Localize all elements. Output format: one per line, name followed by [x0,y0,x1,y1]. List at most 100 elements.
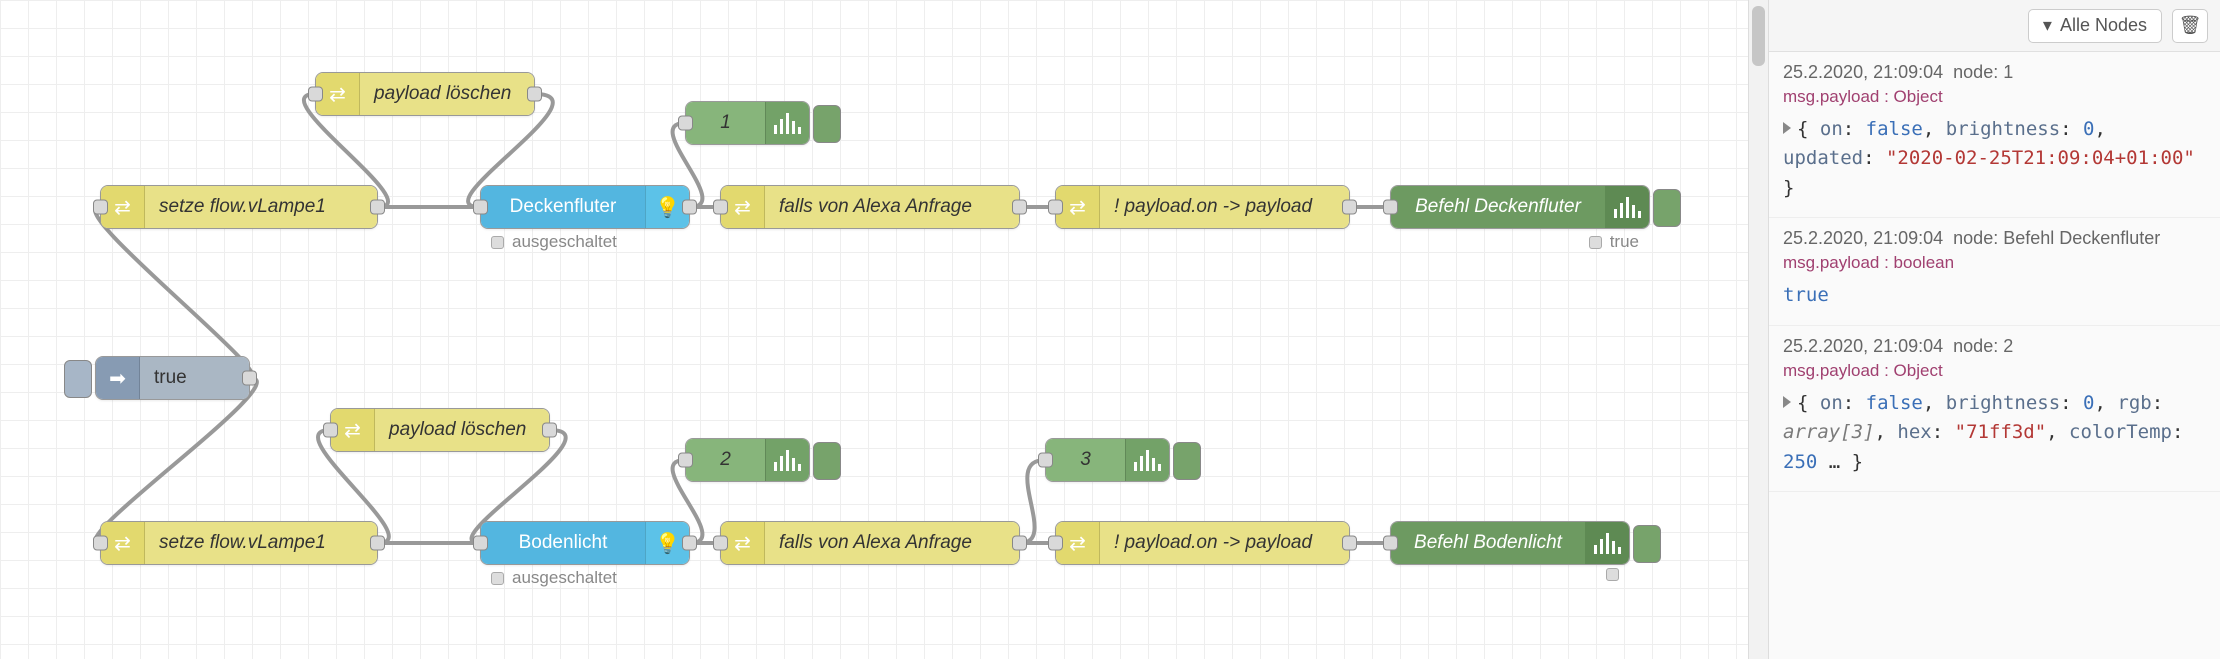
port-in[interactable] [1038,453,1053,468]
port-out[interactable] [1012,200,1027,215]
debug-message-type: msg.payload : Object [1783,361,2206,381]
port-in[interactable] [473,200,488,215]
app-root: ➡ true ⇄ setze flow.vLampe1 ⇄ payload lö… [0,0,2220,659]
debug-message-body: { on: false, brightness: 0, updated: "20… [1783,115,2206,203]
debug-message-type: msg.payload : Object [1783,87,2206,107]
debug-toggle-button[interactable] [1653,189,1681,227]
node-alexa-check-bottom[interactable]: ⇄ falls von Alexa Anfrage [720,521,1020,565]
scrollbar-thumb[interactable] [1752,6,1765,66]
status-dot-icon [491,236,504,249]
port-in[interactable] [308,87,323,102]
node-status [1606,568,1619,581]
debug-message-header: 25.2.2020, 21:09:04node: 1 [1783,62,2206,83]
inject-button[interactable] [64,360,92,398]
port-in[interactable] [1048,200,1063,215]
port-in[interactable] [93,200,108,215]
node-label: ! payload.on -> payload [1100,522,1349,564]
node-label: Befehl Deckenfluter [1391,186,1605,228]
flow-canvas[interactable]: ➡ true ⇄ setze flow.vLampe1 ⇄ payload lö… [0,0,1768,659]
port-in[interactable] [678,453,693,468]
port-in[interactable] [1383,200,1398,215]
node-set-lampe-1-bottom[interactable]: ⇄ setze flow.vLampe1 [100,521,378,565]
node-label: 1 [686,102,765,144]
expand-caret-icon[interactable] [1783,396,1791,408]
filter-label: Alle Nodes [2060,15,2147,36]
node-debug-1[interactable]: 1 [685,101,810,145]
node-bodenlicht[interactable]: Bodenlicht 💡 ausgeschaltet [480,521,690,565]
port-in[interactable] [1383,536,1398,551]
port-out[interactable] [370,200,385,215]
port-in[interactable] [678,116,693,131]
node-label: 2 [686,439,765,481]
debug-message-header: 25.2.2020, 21:09:04node: 2 [1783,336,2206,357]
port-in[interactable] [1048,536,1063,551]
port-out[interactable] [542,423,557,438]
port-out[interactable] [1012,536,1027,551]
clear-debug-button[interactable]: 🗑 [2172,9,2208,43]
debug-message[interactable]: 25.2.2020, 21:09:04node: Befehl Deckenfl… [1769,218,2220,325]
debug-sidebar: ▾ Alle Nodes 🗑 25.2.2020, 21:09:04node: … [1769,0,2220,659]
debug-toggle-button[interactable] [813,442,841,480]
node-label: 3 [1046,439,1125,481]
node-payload-delete-top[interactable]: ⇄ payload löschen [315,72,535,116]
debug-message-body: { on: false, brightness: 0, rgb: array[3… [1783,389,2206,477]
node-label: Befehl Bodenlicht [1391,522,1585,564]
node-befehl-bodenlicht[interactable]: Befehl Bodenlicht [1390,521,1630,565]
port-in[interactable] [713,200,728,215]
bars-icon [765,439,809,481]
port-out[interactable] [370,536,385,551]
port-out[interactable] [1342,536,1357,551]
node-status: ausgeschaltet [491,568,617,588]
port-in[interactable] [323,423,338,438]
arrow-right-icon: ➡ [96,357,140,399]
debug-toggle-button[interactable] [1633,525,1661,563]
node-debug-3[interactable]: 3 [1045,438,1170,482]
node-deckenfluter[interactable]: Deckenfluter 💡 ausgeschaltet [480,185,690,229]
filter-nodes-button[interactable]: ▾ Alle Nodes [2028,9,2162,43]
port-in[interactable] [473,536,488,551]
node-payload-delete-bottom[interactable]: ⇄ payload löschen [330,408,550,452]
status-dot-icon [1606,568,1619,581]
debug-message[interactable]: 25.2.2020, 21:09:04node: 1 msg.payload : … [1769,52,2220,218]
expand-caret-icon[interactable] [1783,122,1791,134]
debug-message[interactable]: 25.2.2020, 21:09:04node: 2 msg.payload : … [1769,326,2220,492]
node-label: ! payload.on -> payload [1100,186,1349,228]
node-label: Deckenfluter [481,186,645,228]
debug-message-type: msg.payload : boolean [1783,253,2206,273]
bars-icon [765,102,809,144]
node-status: true [1589,232,1639,252]
canvas-scrollbar[interactable] [1748,0,1768,659]
node-label: setze flow.vLampe1 [145,186,377,228]
port-out[interactable] [527,87,542,102]
debug-toggle-button[interactable] [813,105,841,143]
flow-canvas-wrap: ➡ true ⇄ setze flow.vLampe1 ⇄ payload lö… [0,0,1769,659]
node-befehl-deckenfluter[interactable]: Befehl Deckenfluter true [1390,185,1650,229]
port-out[interactable] [242,371,257,386]
status-text: true [1610,232,1639,252]
status-text: ausgeschaltet [512,568,617,588]
debug-toggle-button[interactable] [1173,442,1201,480]
node-negate-bottom[interactable]: ⇄ ! payload.on -> payload [1055,521,1350,565]
status-dot-icon [491,572,504,585]
debug-message-header: 25.2.2020, 21:09:04node: Befehl Deckenfl… [1783,228,2206,249]
node-label: setze flow.vLampe1 [145,522,377,564]
bars-icon [1125,439,1169,481]
trash-icon: 🗑 [2179,15,2202,36]
node-label: payload löschen [360,73,534,115]
node-set-lampe-1-top[interactable]: ⇄ setze flow.vLampe1 [100,185,378,229]
node-label: true [140,357,249,399]
filter-icon: ▾ [2043,15,2052,36]
node-debug-2[interactable]: 2 [685,438,810,482]
port-out[interactable] [1342,200,1357,215]
port-in[interactable] [713,536,728,551]
status-dot-icon [1589,236,1602,249]
node-alexa-check-top[interactable]: ⇄ falls von Alexa Anfrage [720,185,1020,229]
node-status: ausgeschaltet [491,232,617,252]
port-out[interactable] [682,200,697,215]
node-negate-top[interactable]: ⇄ ! payload.on -> payload [1055,185,1350,229]
debug-messages[interactable]: 25.2.2020, 21:09:04node: 1 msg.payload : … [1769,52,2220,659]
port-out[interactable] [682,536,697,551]
bars-icon [1605,186,1649,228]
port-in[interactable] [93,536,108,551]
node-inject[interactable]: ➡ true [95,356,250,400]
